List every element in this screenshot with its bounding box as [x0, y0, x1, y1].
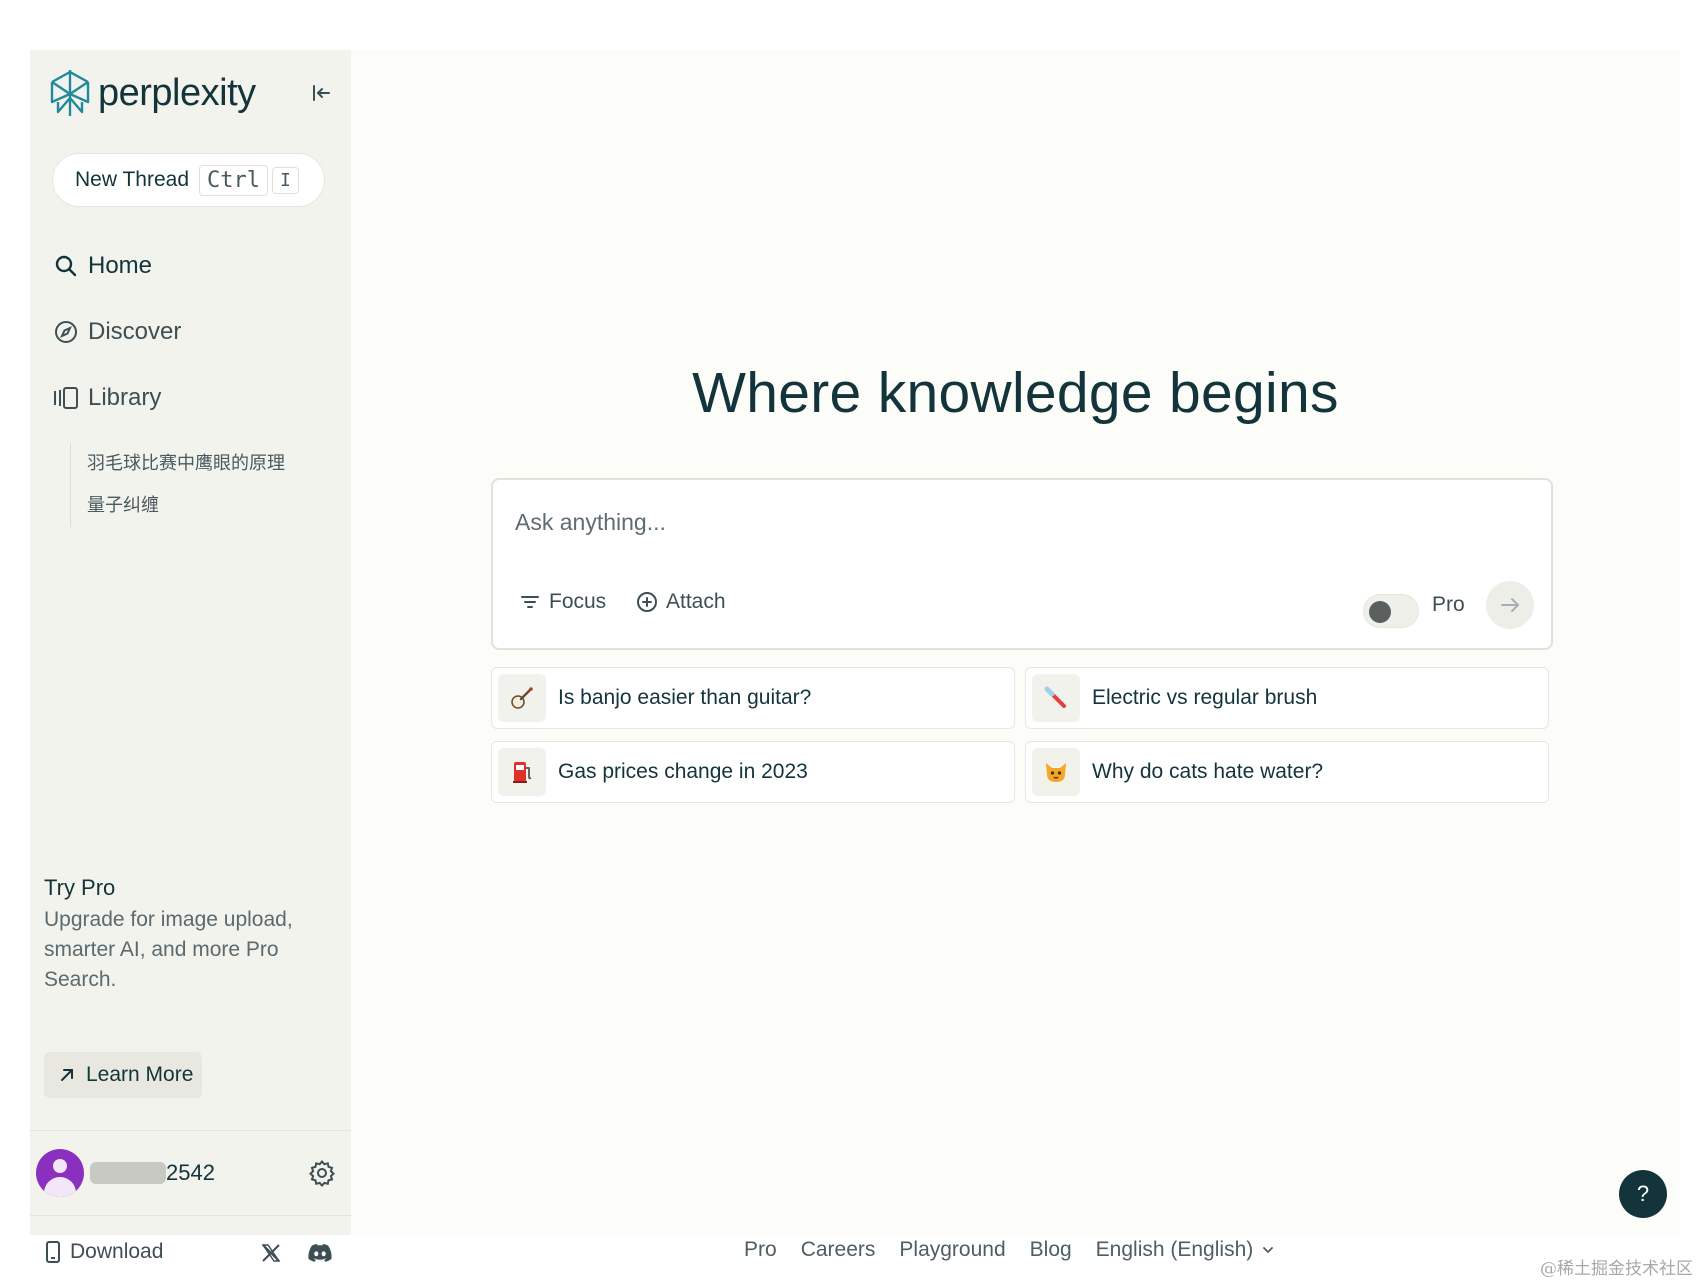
page-title: Where knowledge begins [692, 361, 1339, 425]
toothbrush-icon [1032, 674, 1080, 722]
suggestion-text: Why do cats hate water? [1092, 760, 1324, 783]
sidebar: perplexity New Thread Ctrl I Home Discov… [30, 50, 351, 1263]
download-label: Download [70, 1240, 164, 1263]
discord-icon[interactable] [307, 1242, 333, 1264]
focus-label: Focus [549, 590, 607, 613]
user-account-row[interactable]: 2542 [36, 1145, 336, 1201]
suggestion-text: Electric vs regular brush [1092, 686, 1318, 709]
shortcut-key-i: I [272, 166, 299, 194]
footer-link-careers[interactable]: Careers [801, 1238, 876, 1262]
footer-link-blog[interactable]: Blog [1030, 1238, 1072, 1262]
redacted-username-part [90, 1162, 166, 1184]
new-thread-button[interactable]: New Thread Ctrl I [52, 153, 325, 207]
banjo-icon [498, 674, 546, 722]
divider [30, 1215, 351, 1216]
learn-more-label: Learn More [86, 1063, 194, 1086]
avatar[interactable] [36, 1149, 84, 1197]
brand-logo[interactable]: perplexity [48, 68, 256, 118]
brand-name: perplexity [98, 71, 256, 114]
footer-link-playground[interactable]: Playground [899, 1238, 1005, 1262]
filter-icon [521, 596, 539, 608]
toggle-knob [1369, 601, 1391, 623]
cat-face-icon [1032, 748, 1080, 796]
watermark: @稀土掘金技术社区 [1540, 1259, 1693, 1279]
gear-icon[interactable] [308, 1159, 336, 1187]
sidebar-item-label: Discover [88, 318, 182, 345]
collapse-left-icon [313, 85, 330, 101]
fuel-pump-icon [498, 748, 546, 796]
library-thread-list: 羽毛球比赛中鹰眼的原理 量子纠缠 [70, 443, 285, 527]
language-selector[interactable]: English (English) [1096, 1238, 1276, 1262]
ask-input[interactable] [515, 502, 1415, 542]
compass-icon [52, 318, 80, 346]
help-button[interactable]: ? [1619, 1170, 1667, 1218]
suggestion-text: Is banjo easier than guitar? [558, 686, 812, 709]
shortcut-key-ctrl: Ctrl [199, 164, 268, 196]
attach-button[interactable]: Attach [636, 590, 726, 614]
chevron-down-icon [1263, 1247, 1274, 1254]
library-icon [52, 384, 80, 412]
suggestion-card[interactable]: Why do cats hate water? [1025, 741, 1549, 803]
submit-button[interactable] [1486, 581, 1534, 629]
username: 2542 [90, 1160, 215, 1186]
learn-more-button[interactable]: Learn More [44, 1052, 202, 1098]
arrow-up-right-icon [61, 1069, 73, 1081]
footer: Pro Careers Playground Blog English (Eng… [744, 1238, 1275, 1262]
sidebar-item-home[interactable]: Home [52, 252, 152, 280]
new-thread-label: New Thread [75, 168, 190, 191]
focus-button[interactable]: Focus [519, 590, 606, 614]
try-pro-description: Upgrade for image upload, smarter AI, an… [44, 908, 293, 991]
sidebar-item-label: Home [88, 252, 153, 279]
attach-label: Attach [666, 590, 726, 613]
app-window: perplexity New Thread Ctrl I Home Discov… [30, 50, 1680, 1263]
arrow-right-icon [1501, 598, 1520, 612]
suggestion-card[interactable]: Is banjo easier than guitar? [491, 667, 1015, 729]
library-thread-item[interactable]: 量子纠缠 [87, 485, 285, 527]
sidebar-item-label: Library [88, 384, 162, 411]
pro-label: Pro [1432, 593, 1465, 616]
try-pro-title: Try Pro [44, 875, 116, 900]
x-twitter-icon[interactable] [260, 1242, 282, 1264]
try-pro-panel: Try Pro Upgrade for image upload, smarte… [44, 875, 334, 995]
pro-toggle[interactable] [1363, 594, 1419, 628]
language-label: English (English) [1095, 1238, 1254, 1261]
phone-icon [46, 1241, 60, 1263]
collapse-sidebar-button[interactable] [306, 78, 336, 108]
library-thread-item[interactable]: 羽毛球比赛中鹰眼的原理 [87, 443, 285, 485]
search-icon [52, 252, 80, 280]
download-link[interactable]: Download [44, 1240, 163, 1264]
divider [30, 1130, 351, 1131]
sidebar-item-library[interactable]: Library [52, 384, 161, 412]
suggestion-text: Gas prices change in 2023 [558, 760, 808, 783]
perplexity-logo-icon [50, 70, 90, 116]
suggestion-card[interactable]: Electric vs regular brush [1025, 667, 1549, 729]
username-suffix: 2542 [166, 1160, 215, 1185]
footer-link-pro[interactable]: Pro [744, 1238, 777, 1262]
suggestion-card[interactable]: Gas prices change in 2023 [491, 741, 1015, 803]
sidebar-item-discover[interactable]: Discover [52, 318, 181, 346]
ask-composer: Focus Attach Pro [491, 478, 1553, 650]
plus-circle-icon [637, 592, 657, 612]
